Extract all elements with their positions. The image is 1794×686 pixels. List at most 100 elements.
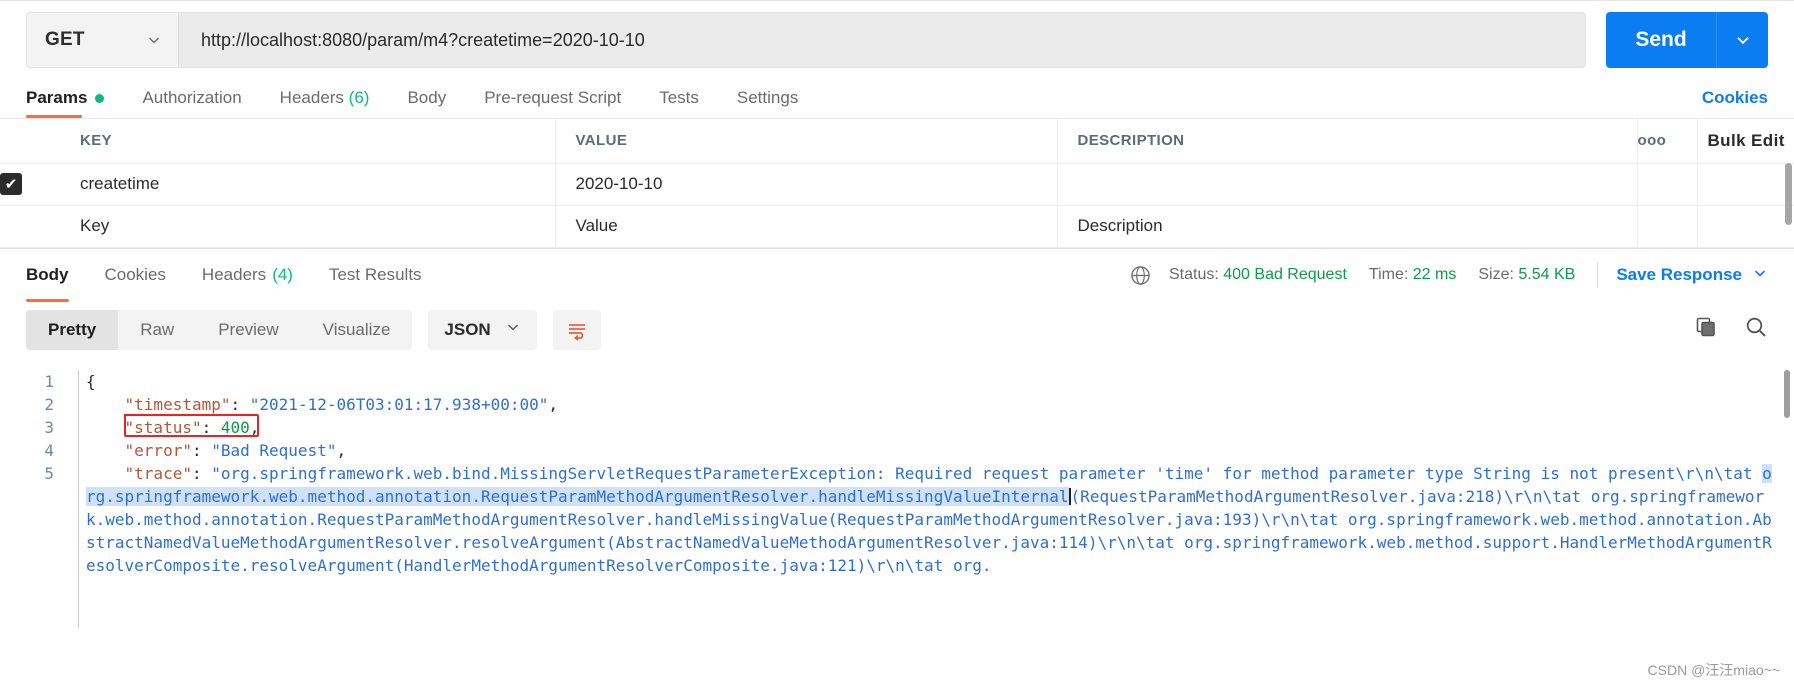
tab-settings-label: Settings [736, 88, 799, 107]
request-url-input[interactable]: http://localhost:8080/param/m4?createtim… [178, 12, 1586, 68]
tab-headers[interactable]: Headers (6) [280, 88, 370, 118]
tab-params[interactable]: Params [26, 88, 105, 118]
response-format-selector[interactable]: JSON [428, 309, 537, 350]
tab-tests-label: Tests [659, 88, 699, 107]
http-method-label: GET [45, 29, 85, 50]
tab-pre-request-script-label: Pre-request Script [484, 88, 622, 107]
code-token: "org.springframework.web.bind.MissingSer… [211, 463, 1763, 483]
response-tab-headers[interactable]: Headers (4) [202, 248, 293, 302]
cookies-link[interactable]: Cookies [1702, 88, 1768, 118]
param-row-description[interactable] [1057, 163, 1638, 206]
params-table-container: KEY VALUE DESCRIPTION ooo Bulk Edit ✔ cr… [0, 118, 1794, 248]
response-tab-cookies-label: Cookies [104, 265, 166, 284]
size-label: Size: [1478, 266, 1514, 283]
body-toolbar-right-icons [1694, 315, 1768, 344]
tab-settings[interactable]: Settings [737, 88, 798, 118]
params-active-dot-icon [95, 94, 105, 104]
chevron-down-icon [146, 32, 162, 48]
line-number: 5 [44, 463, 54, 483]
code-token: "error" [124, 440, 192, 460]
table-row: ✔ createtime 2020-10-10 [0, 163, 1794, 206]
code-token: : [191, 440, 212, 460]
response-tab-test-results-label: Test Results [328, 265, 422, 284]
globe-icon [1130, 265, 1151, 286]
code-scrollbar-thumb[interactable] [1784, 369, 1790, 418]
param-row-checkbox[interactable]: ✔ [0, 173, 22, 195]
tab-body-label: Body [407, 88, 447, 107]
table-row: Key Value Description [0, 205, 1794, 248]
window-top-divider [0, 0, 1794, 1]
tab-authorization[interactable]: Authorization [142, 88, 241, 118]
param-row-key[interactable]: createtime [60, 163, 556, 206]
param-row-options-cell [1637, 163, 1698, 206]
response-tab-body-label: Body [26, 265, 69, 284]
tab-pre-request-script[interactable]: Pre-request Script [484, 88, 621, 118]
code-token: "status" [124, 417, 202, 437]
params-scrollbar-track[interactable] [1785, 119, 1792, 248]
response-tab-cookies[interactable]: Cookies [105, 248, 166, 302]
code-fold-rail [78, 369, 79, 628]
view-preview[interactable]: Preview [196, 310, 300, 350]
http-method-selector[interactable]: GET [26, 12, 178, 68]
copy-icon[interactable] [1694, 315, 1718, 344]
tab-headers-label: Headers [279, 88, 344, 107]
empty-row-key-input[interactable]: Key [60, 205, 556, 248]
empty-row-description-input[interactable]: Description [1057, 205, 1638, 248]
time-value: 22 ms [1412, 266, 1457, 283]
params-table: KEY VALUE DESCRIPTION ooo Bulk Edit ✔ cr… [0, 119, 1794, 248]
code-line: "trace": "org.springframework.web.bind.M… [86, 462, 1778, 577]
bulk-edit-button-cell: Bulk Edit [1697, 119, 1794, 164]
chevron-down-icon [1752, 265, 1768, 286]
response-tab-test-results[interactable]: Test Results [329, 248, 422, 302]
send-button[interactable]: Send [1606, 12, 1716, 68]
code-token: : [230, 394, 250, 414]
empty-row-checkbox-cell [0, 205, 60, 248]
code-line: "error": "Bad Request", [86, 439, 1778, 462]
size-value: 5.54 KB [1518, 266, 1576, 283]
status-text: Status: 400 Bad Request [1169, 266, 1347, 284]
bulk-edit-button[interactable]: Bulk Edit [1698, 131, 1785, 150]
code-content[interactable]: { "timestamp": "2021-12-06T03:01:17.938+… [86, 358, 1778, 577]
time-label: Time: [1368, 266, 1409, 283]
view-pretty[interactable]: Pretty [26, 309, 119, 350]
code-token: , [548, 394, 559, 414]
response-tab-headers-count: (4) [272, 265, 293, 284]
response-body-code-viewer[interactable]: 1 2 3 4 5 { "timestamp": "2021-12-06T03:… [0, 358, 1794, 658]
body-view-segmented-control: Pretty Raw Preview Visualize [26, 309, 413, 350]
chevron-down-icon [505, 319, 521, 340]
response-format-label: JSON [444, 319, 491, 339]
tab-params-label: Params [26, 88, 88, 107]
response-header-bar: Body Cookies Headers (4) Test Results St… [0, 247, 1794, 302]
line-number: 2 [44, 394, 54, 414]
empty-row-value-input[interactable]: Value [555, 205, 1058, 248]
code-line: { [86, 370, 1778, 393]
status-value: 400 Bad Request [1223, 266, 1347, 283]
send-button-group: Send [1606, 12, 1768, 68]
view-visualize[interactable]: Visualize [301, 310, 413, 350]
save-response-label: Save Response [1616, 265, 1742, 284]
params-header-value: VALUE [555, 119, 1058, 164]
code-token: { [86, 371, 96, 391]
save-response-button[interactable]: Save Response [1616, 265, 1768, 286]
response-tab-body[interactable]: Body [26, 248, 69, 302]
status-label: Status: [1168, 266, 1219, 283]
view-raw[interactable]: Raw [118, 310, 196, 350]
code-line: "timestamp": "2021-12-06T03:01:17.938+00… [86, 393, 1778, 416]
response-status-zone: Status: 400 Bad Request Time: 22 ms Size… [1130, 262, 1768, 288]
params-header-description: DESCRIPTION [1057, 119, 1638, 164]
word-wrap-icon[interactable] [552, 309, 601, 350]
search-icon[interactable] [1744, 315, 1768, 344]
params-scrollbar-thumb[interactable] [1785, 163, 1792, 225]
code-gutter: 1 2 3 4 5 [0, 358, 70, 658]
params-header-key: KEY [60, 119, 556, 164]
tab-tests[interactable]: Tests [659, 88, 699, 118]
send-options-chevron-down-icon[interactable] [1716, 12, 1768, 68]
param-row-value[interactable]: 2020-10-10 [555, 163, 1058, 206]
postman-window: GET http://localhost:8080/param/m4?creat… [0, 0, 1794, 686]
tab-body[interactable]: Body [407, 88, 446, 118]
params-more-options-icon[interactable]: ooo [1637, 119, 1698, 164]
